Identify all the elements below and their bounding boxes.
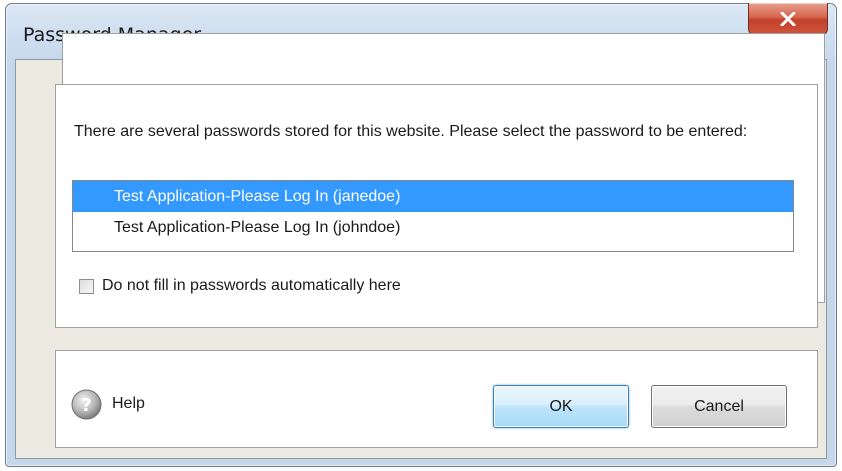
instruction-text: There are several passwords stored for t… <box>74 123 748 140</box>
content-layer: There are several passwords stored for t… <box>0 0 842 471</box>
list-item-password-1[interactable]: Test Application-Please Log In (janedoe) <box>73 181 793 212</box>
autofill-checkbox[interactable] <box>79 278 94 294</box>
autofill-checkbox-label[interactable]: Do not fill in passwords automatically h… <box>102 277 401 295</box>
footer-panel: ? Help OK Cancel <box>55 350 818 448</box>
cancel-button[interactable]: Cancel <box>651 385 787 428</box>
help-link[interactable]: Help <box>112 395 145 413</box>
selection-panel: There are several passwords stored for t… <box>55 84 818 328</box>
svg-text:?: ? <box>81 395 91 416</box>
password-list[interactable]: Test Application-Please Log In (janedoe)… <box>72 180 794 252</box>
help-icon[interactable]: ? <box>71 389 102 420</box>
autofill-checkbox-row[interactable]: Do not fill in passwords automatically h… <box>79 277 401 295</box>
list-item-password-2[interactable]: Test Application-Please Log In (johndoe) <box>73 212 793 243</box>
ok-button[interactable]: OK <box>493 385 629 428</box>
